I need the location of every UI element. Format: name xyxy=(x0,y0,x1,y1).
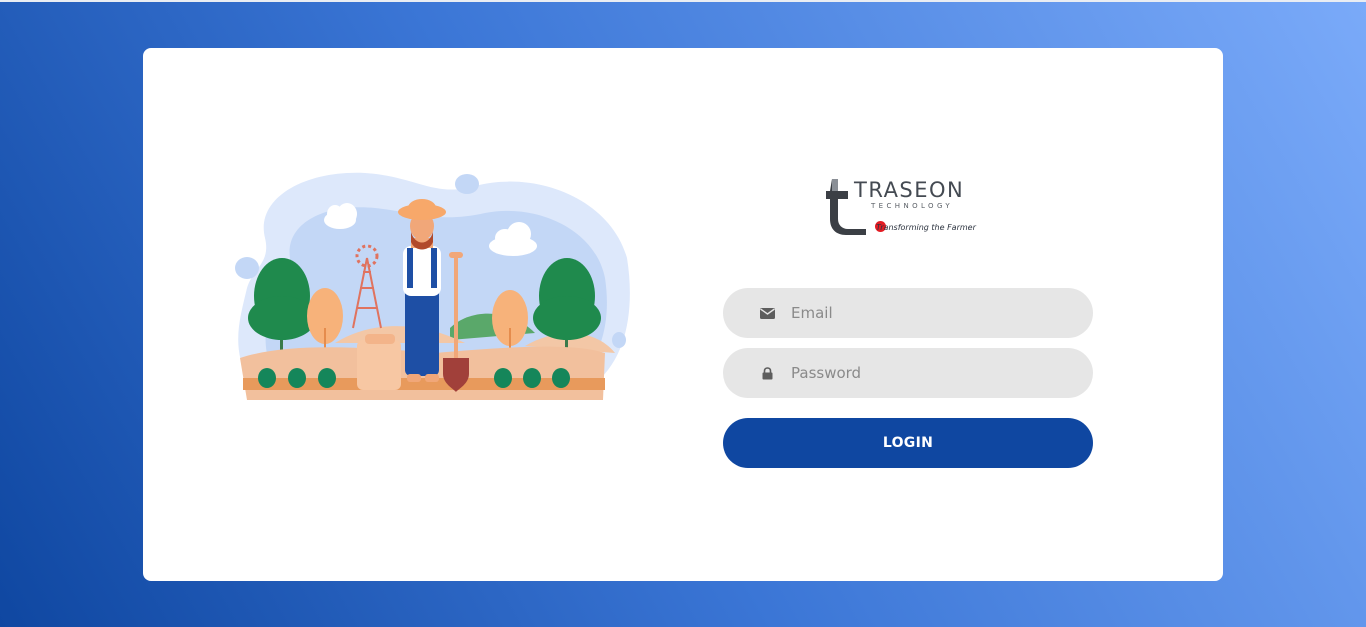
login-button[interactable]: LOGIN xyxy=(723,418,1093,468)
login-page: TRASEON TECHNOLOGY Transforming the Farm… xyxy=(0,0,1366,627)
email-input[interactable] xyxy=(791,288,1071,338)
brand-logo: TRASEON TECHNOLOGY Transforming the Farm… xyxy=(826,174,990,240)
brand-tagline: Transforming the Farmer xyxy=(876,223,976,232)
envelope-icon xyxy=(759,305,775,321)
lock-icon xyxy=(759,365,775,381)
password-field[interactable] xyxy=(723,348,1093,398)
brand-subtitle: TECHNOLOGY xyxy=(871,202,954,210)
email-field[interactable] xyxy=(723,288,1093,338)
password-input[interactable] xyxy=(791,348,1071,398)
login-card: TRASEON TECHNOLOGY Transforming the Farm… xyxy=(143,48,1223,581)
brand-name: TRASEON xyxy=(854,178,965,202)
farmer-illustration xyxy=(235,172,630,400)
